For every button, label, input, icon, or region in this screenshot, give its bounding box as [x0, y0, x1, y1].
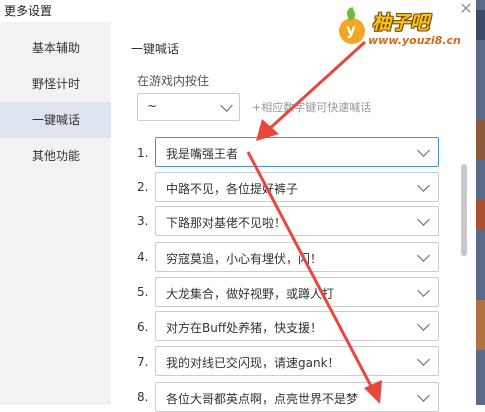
arrow-to-first-message — [256, 40, 367, 141]
annotation-arrows — [246, 40, 382, 404]
arrow-down-to-list — [246, 151, 382, 404]
